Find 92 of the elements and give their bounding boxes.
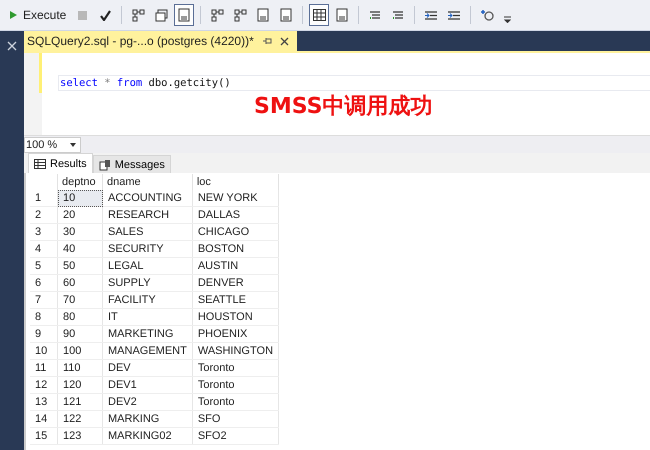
annotation-text: SMSS中调用成功 — [254, 93, 434, 121]
overflow-icon[interactable] — [504, 16, 512, 22]
table-cell: 10 — [58, 190, 102, 206]
grid-button[interactable] — [309, 4, 330, 26]
table-cell: MANAGEMENT — [102, 342, 192, 360]
dropdown-arrow-icon — [70, 142, 76, 146]
table-cell: ACCOUNTING — [102, 190, 192, 206]
grid-icon — [34, 158, 46, 168]
check-icon — [100, 10, 111, 20]
column-header[interactable]: deptno — [58, 174, 102, 190]
pin-icon[interactable] — [262, 37, 272, 45]
stop-icon — [78, 10, 87, 20]
table-cell: 90 — [58, 326, 102, 342]
document-icon — [336, 8, 348, 22]
table-cell: SUPPLY — [102, 274, 192, 292]
table-cell: SEATTLE — [192, 292, 279, 308]
table-cell: IT — [102, 308, 192, 326]
lines-icon — [369, 10, 382, 20]
document-tab[interactable]: SQLQuery2.sql - pg-...o (postgres (4220))* — [24, 31, 297, 51]
table-cell: WASHINGTON — [192, 342, 279, 360]
grid-icon — [312, 9, 326, 21]
table-cell: SECURITY — [102, 240, 192, 258]
table-cell: 30 — [58, 224, 102, 240]
doc-button[interactable] — [174, 4, 194, 26]
row-number: 9 — [30, 326, 58, 342]
table-cell: DEV — [102, 360, 192, 376]
table-cell: LEGAL — [102, 258, 192, 274]
table-cell: 122 — [58, 410, 102, 428]
result-tab[interactable]: Results — [28, 153, 93, 173]
row-number: 13 — [30, 394, 58, 410]
table-cell: MARKING02 — [102, 428, 192, 444]
table-cell: AUSTIN — [192, 258, 279, 274]
table-cell: 50 — [58, 258, 102, 274]
table-cell: SFO — [192, 410, 279, 428]
document-icon — [98, 158, 111, 170]
document-icon — [257, 8, 270, 22]
table-cell: FACILITY — [102, 292, 192, 308]
row-number: 8 — [30, 308, 58, 326]
row-number: 11 — [30, 360, 58, 376]
indent-icon — [447, 10, 462, 20]
table-cell: SALES — [102, 224, 192, 240]
table-cell: Toronto — [192, 376, 279, 394]
lines-icon — [392, 10, 404, 20]
table-cell: DALLAS — [192, 206, 279, 224]
table-cell: RESEARCH — [102, 206, 192, 224]
row-number: 15 — [30, 428, 58, 444]
execute-button[interactable]: Execute — [6, 4, 70, 26]
table-cell: 20 — [58, 206, 102, 224]
column-header[interactable]: dname — [102, 174, 192, 190]
table-cell: 60 — [58, 274, 102, 292]
table-cell: Toronto — [192, 394, 279, 410]
row-number: 7 — [30, 292, 58, 308]
table-cell: 110 — [58, 360, 102, 376]
play-icon — [9, 10, 18, 20]
row-number: 6 — [30, 274, 58, 292]
zoom-dropdown[interactable]: 100 % — [24, 136, 81, 152]
table-cell: 40 — [58, 240, 102, 258]
column-header[interactable]: loc — [192, 174, 279, 190]
table-cell: CHICAGO — [192, 224, 279, 240]
table-cell: SFO2 — [192, 428, 279, 444]
table-cell: DENVER — [192, 274, 279, 292]
table-cell: 121 — [58, 394, 102, 410]
table-cell: MARKETING — [102, 326, 192, 342]
tree-icon — [132, 8, 145, 22]
row-number: 10 — [30, 342, 58, 360]
row-number: 14 — [30, 410, 58, 428]
document-icon — [178, 8, 190, 22]
table-cell: DEV2 — [102, 394, 192, 410]
table-cell: 123 — [58, 428, 102, 444]
table-cell: 100 — [58, 342, 102, 360]
row-number: 4 — [30, 240, 58, 258]
table-cell: MARKING — [102, 410, 192, 428]
table-cell: 120 — [58, 376, 102, 394]
windows-icon — [154, 8, 168, 22]
indent-icon — [424, 10, 438, 20]
table-cell: 70 — [58, 292, 102, 308]
document-icon — [280, 8, 292, 22]
row-number: 3 — [30, 224, 58, 240]
row-number: 2 — [30, 206, 58, 224]
table-cell: PHOENIX — [192, 326, 279, 342]
row-number: 5 — [30, 258, 58, 274]
close-icon[interactable] — [280, 36, 289, 46]
table-cell: HOUSTON — [192, 308, 279, 326]
tree-icon — [210, 8, 224, 22]
table-cell: BOSTON — [192, 240, 279, 258]
tree-icon — [234, 8, 247, 22]
result-tab[interactable]: Messages — [92, 155, 171, 173]
table-cell: NEW YORK — [192, 190, 279, 206]
row-number: 12 — [30, 376, 58, 394]
table-cell: Toronto — [192, 360, 279, 376]
table-cell: DEV1 — [102, 376, 192, 394]
table-cell: 80 — [58, 308, 102, 326]
